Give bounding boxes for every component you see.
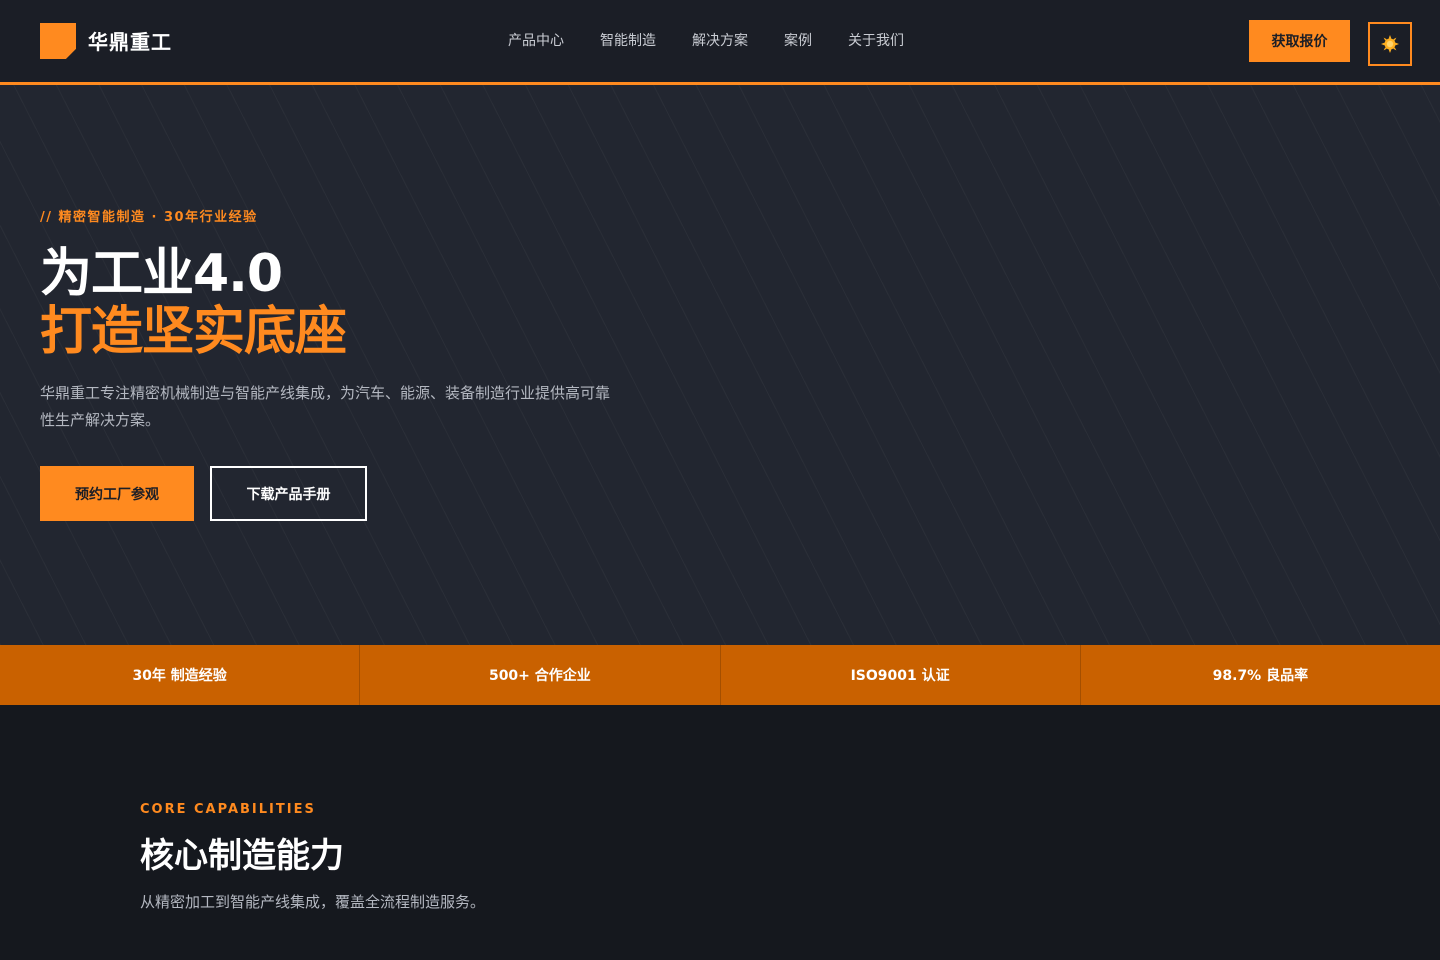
hero-title: 为工业4.0 打造坚实底座 — [40, 244, 347, 362]
capabilities-description: 从精密加工到智能产线集成，覆盖全流程制造服务。 — [140, 893, 486, 911]
stat-certification: ISO9001 认证 — [721, 645, 1081, 705]
capabilities-title: 核心制造能力 — [140, 836, 344, 876]
site-header: 华鼎重工 产品中心 智能制造 解决方案 案例 关于我们 获取报价 — [0, 0, 1440, 85]
nav-item-smart-manufacturing[interactable]: 智能制造 — [600, 30, 656, 52]
nav-item-solutions[interactable]: 解决方案 — [692, 30, 748, 52]
hero-title-line2: 打造坚实底座 — [40, 302, 347, 362]
hero-description: 华鼎重工专注精密机械制造与智能产线集成，为汽车、能源、装备制造行业提供高可靠性生… — [40, 384, 611, 429]
nav-item-about[interactable]: 关于我们 — [848, 30, 904, 52]
brand-square-icon[interactable] — [40, 23, 76, 59]
sun-icon — [1381, 35, 1399, 53]
get-quote-button[interactable]: 获取报价 — [1249, 20, 1350, 62]
hero-section: // 精密智能制造 · 30年行业经验 为工业4.0 打造坚实底座 华鼎重工专注… — [0, 85, 1440, 645]
nav-item-products[interactable]: 产品中心 — [508, 30, 564, 52]
stat-yield-rate: 98.7% 良品率 — [1212, 668, 1309, 684]
download-brochure-button[interactable]: 下载产品手册 — [210, 466, 367, 521]
capabilities-section: CORE CAPABILITIES 核心制造能力 从精密加工到智能产线集成，覆盖… — [0, 705, 1440, 960]
hero-eyebrow: // 精密智能制造 · 30年行业经验 — [40, 210, 258, 225]
stat-experience: 30年 制造经验 — [0, 645, 361, 705]
nav-item-cases[interactable]: 案例 — [784, 30, 812, 52]
brand-name[interactable]: 华鼎重工 — [88, 28, 172, 56]
hero-title-line1: 为工业4.0 — [40, 244, 283, 304]
theme-toggle-button[interactable] — [1368, 22, 1412, 66]
capabilities-eyebrow: CORE CAPABILITIES — [140, 802, 316, 817]
main-nav: 产品中心 智能制造 解决方案 案例 关于我们 — [508, 30, 904, 52]
stats-bar: 30年 制造经验 500+ 合作企业 ISO9001 认证 98.7% 良品率 — [0, 645, 1440, 705]
stat-partners: 500+ 合作企业 — [360, 645, 721, 705]
book-factory-visit-button[interactable]: 预约工厂参观 — [40, 466, 194, 521]
